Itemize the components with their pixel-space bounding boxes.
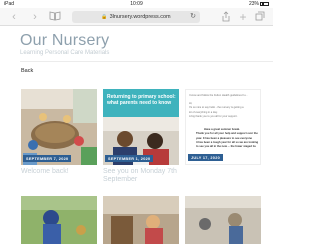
- tabs-icon[interactable]: [255, 11, 265, 23]
- post-thumbnail[interactable]: Returning to primary school: what parent…: [103, 89, 179, 165]
- post-title[interactable]: See you on Monday 7th September: [103, 168, 183, 184]
- book-icon: [49, 11, 61, 21]
- date-badge: SEPTEMBER 7, 2020: [23, 155, 72, 162]
- post-thumbnail[interactable]: [185, 196, 261, 244]
- post-thumbnail[interactable]: [103, 196, 179, 244]
- thumbnail-headline: Returning to primary school: what parent…: [107, 94, 176, 106]
- forward-arrow-icon[interactable]: ›: [30, 11, 40, 23]
- letter-line: A big thank you to you all for your supp…: [189, 115, 238, 118]
- letter-line: Thank you for all your help and support …: [196, 132, 258, 136]
- lock-icon: 🔒: [101, 14, 108, 20]
- post-thumbnail[interactable]: I know and follow the Fulton Health guid…: [185, 89, 261, 165]
- post-thumbnail[interactable]: SEPTEMBER 7, 2020: [21, 89, 97, 165]
- playground-photo: [185, 196, 261, 244]
- letter-text: I know and follow the Fulton Health guid…: [189, 94, 260, 120]
- letter-highlight: Have a great summer break. Thank you for…: [196, 128, 260, 149]
- site-title[interactable]: Our Nursery: [20, 32, 109, 50]
- indoor-photo: [103, 196, 179, 244]
- battery-icon: [260, 1, 269, 6]
- date-badge: JULY 17, 2020: [188, 154, 224, 161]
- bookmarks-icon[interactable]: [48, 11, 62, 23]
- header-divider: [20, 61, 273, 62]
- outdoor-photo: [21, 196, 97, 244]
- browser-toolbar: ‹ › 🔒 3lnursery.wordpress.com ↻ +: [0, 8, 273, 26]
- date-badge: SEPTEMBER 1, 2020: [105, 155, 154, 162]
- letter-line: I know and follow the Fulton Health guid…: [189, 94, 248, 97]
- url-text: 3lnursery.wordpress.com: [109, 14, 171, 20]
- letter-line: to see you all in the new ... the fewer …: [196, 145, 256, 149]
- share-icon[interactable]: [221, 11, 231, 23]
- page-content: Our Nursery Learning Personal Care Mater…: [0, 27, 273, 244]
- reload-icon[interactable]: ↻: [190, 11, 196, 23]
- new-tab-icon[interactable]: +: [238, 11, 248, 23]
- address-bar[interactable]: 🔒 3lnursery.wordpress.com ↻: [72, 11, 200, 23]
- post-title[interactable]: Welcome back!: [21, 168, 101, 176]
- back-arrow-icon[interactable]: ‹: [9, 11, 19, 23]
- site-tagline: Learning Personal Care Materials: [20, 50, 110, 56]
- post-thumbnail[interactable]: [21, 196, 97, 244]
- clock: 10:09: [130, 1, 143, 7]
- classroom-photo: [21, 89, 97, 165]
- battery-percent: 23%: [248, 1, 259, 7]
- status-bar: iPad 10:09 23%: [0, 0, 273, 8]
- battery-status: 23%: [249, 1, 269, 7]
- back-link[interactable]: Back: [21, 68, 33, 74]
